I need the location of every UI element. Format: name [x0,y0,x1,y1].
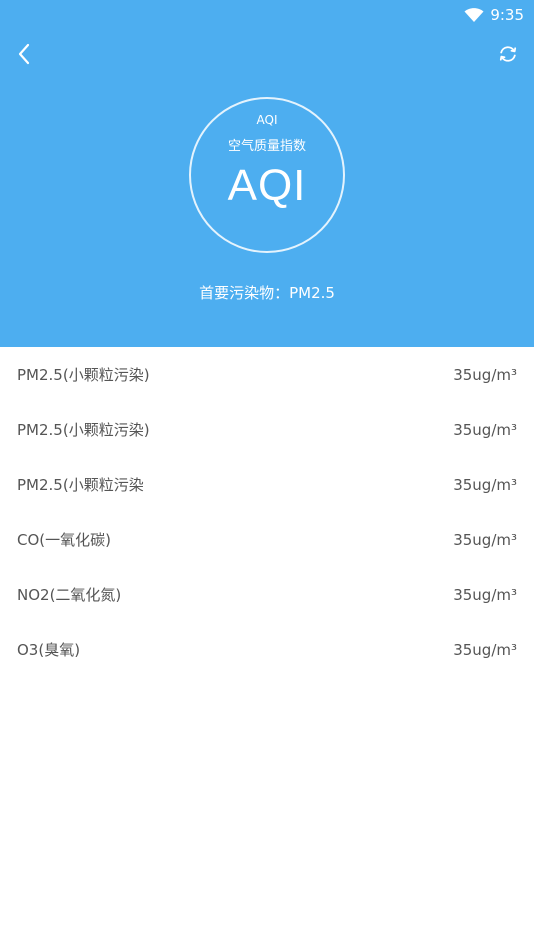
aqi-gauge: AQI 空气质量指数 AQI [189,97,345,253]
list-item: NO2(二氧化氮) 35ug/m³ [0,567,534,622]
status-time: 9:35 [490,6,524,24]
wifi-icon [464,8,484,22]
refresh-icon [499,46,517,62]
pollutant-name: PM2.5(小颗粒污染) [17,421,150,439]
list-item: CO(一氧化碳) 35ug/m³ [0,512,534,567]
aqi-value: AQI [227,161,307,210]
list-item: O3(臭氧) 35ug/m³ [0,622,534,677]
pollutant-value: 35ug/m³ [453,475,517,494]
chevron-left-icon [18,43,30,65]
pollutant-name: PM2.5(小颗粒污染) [17,366,150,384]
pollutant-name: PM2.5(小颗粒污染 [17,476,144,494]
status-bar: 9:35 [464,4,524,26]
pollutant-value: 35ug/m³ [453,530,517,549]
pollutant-name: CO(一氧化碳) [17,531,111,549]
pollutant-value: 35ug/m³ [453,585,517,604]
pollutant-name: NO2(二氧化氮) [17,586,122,604]
list-item: PM2.5(小颗粒污染) 35ug/m³ [0,347,534,402]
aqi-label: AQI [256,113,278,127]
pollutant-name: O3(臭氧) [17,641,81,659]
aqi-header: 9:35 AQI 空气质量指数 AQI 首要污染物：PM2.5 [0,0,534,347]
back-button[interactable] [10,38,38,70]
primary-pollutant: 首要污染物：PM2.5 [199,284,335,302]
list-item: PM2.5(小颗粒污染 35ug/m³ [0,457,534,512]
screen: 9:35 AQI 空气质量指数 AQI 首要污染物：PM2.5 PM2.5(小颗… [0,0,534,949]
pollutant-list: PM2.5(小颗粒污染) 35ug/m³ PM2.5(小颗粒污染) 35ug/m… [0,347,534,677]
list-item: PM2.5(小颗粒污染) 35ug/m³ [0,402,534,457]
aqi-subtitle: 空气质量指数 [227,139,306,154]
refresh-button[interactable] [494,40,522,68]
pollutant-value: 35ug/m³ [453,365,517,384]
pollutant-value: 35ug/m³ [453,420,517,439]
pollutant-value: 35ug/m³ [453,640,517,659]
